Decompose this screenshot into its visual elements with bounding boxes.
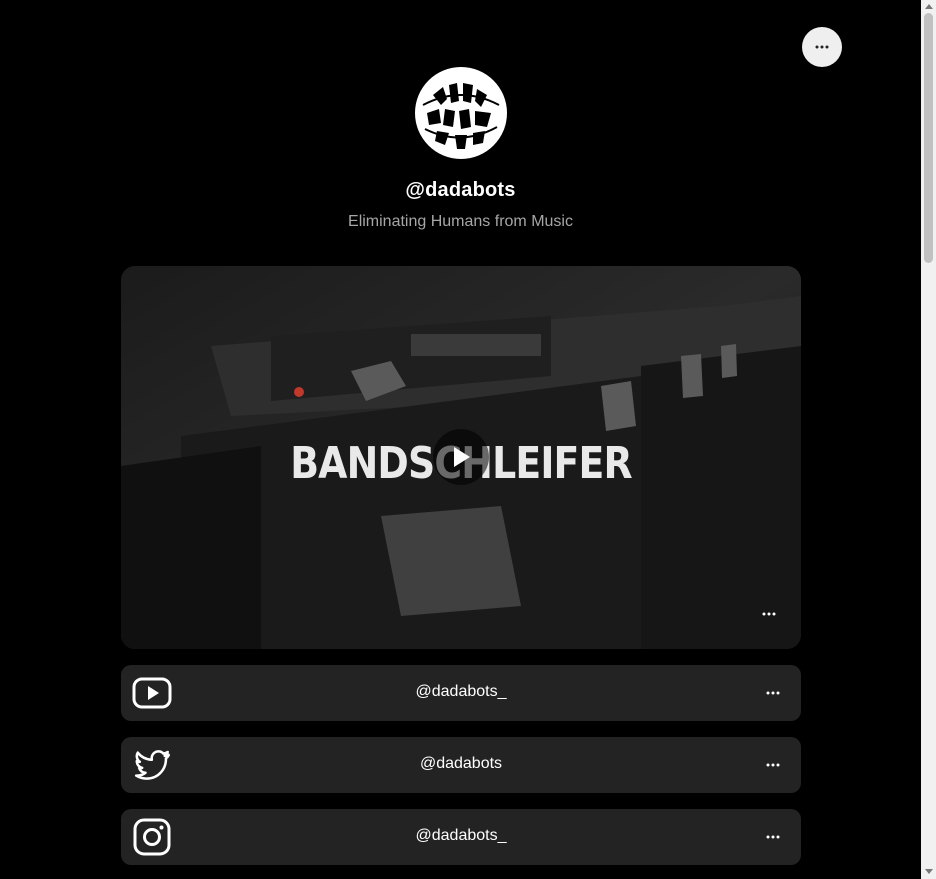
scroll-down-arrow-icon[interactable]: [925, 869, 933, 874]
more-horizontal-icon: [762, 612, 776, 616]
link-youtube[interactable]: @dadabots_: [121, 665, 801, 721]
more-horizontal-icon: [815, 45, 829, 49]
link-label: @dadabots_: [415, 683, 507, 700]
link-twitter[interactable]: @dadabots: [121, 737, 801, 793]
share-menu-button[interactable]: [802, 27, 842, 67]
linktree-page: @dadabots Eliminating Humans from Music: [0, 0, 921, 879]
video-more-button[interactable]: [753, 598, 785, 630]
more-horizontal-icon: [766, 763, 780, 767]
profile-bio: Eliminating Humans from Music: [348, 213, 573, 230]
link-label: @dadabots_: [415, 827, 507, 844]
more-horizontal-icon: [766, 691, 780, 695]
link-more-button[interactable]: [757, 821, 789, 853]
link-more-button[interactable]: [757, 677, 789, 709]
link-instagram[interactable]: @dadabots_: [121, 809, 801, 865]
dadabots-logo: [415, 67, 507, 159]
video-embed[interactable]: BANDSCHLEIFER: [121, 266, 801, 649]
play-button[interactable]: [433, 429, 489, 485]
more-horizontal-icon: [766, 835, 780, 839]
profile-handle: @dadabots: [405, 179, 516, 201]
link-label: @dadabots: [419, 755, 503, 772]
avatar: [413, 65, 509, 161]
play-icon: [454, 447, 470, 467]
link-more-button[interactable]: [757, 749, 789, 781]
scrollbar-thumb[interactable]: [924, 13, 933, 263]
scroll-up-arrow-icon[interactable]: [925, 4, 933, 9]
